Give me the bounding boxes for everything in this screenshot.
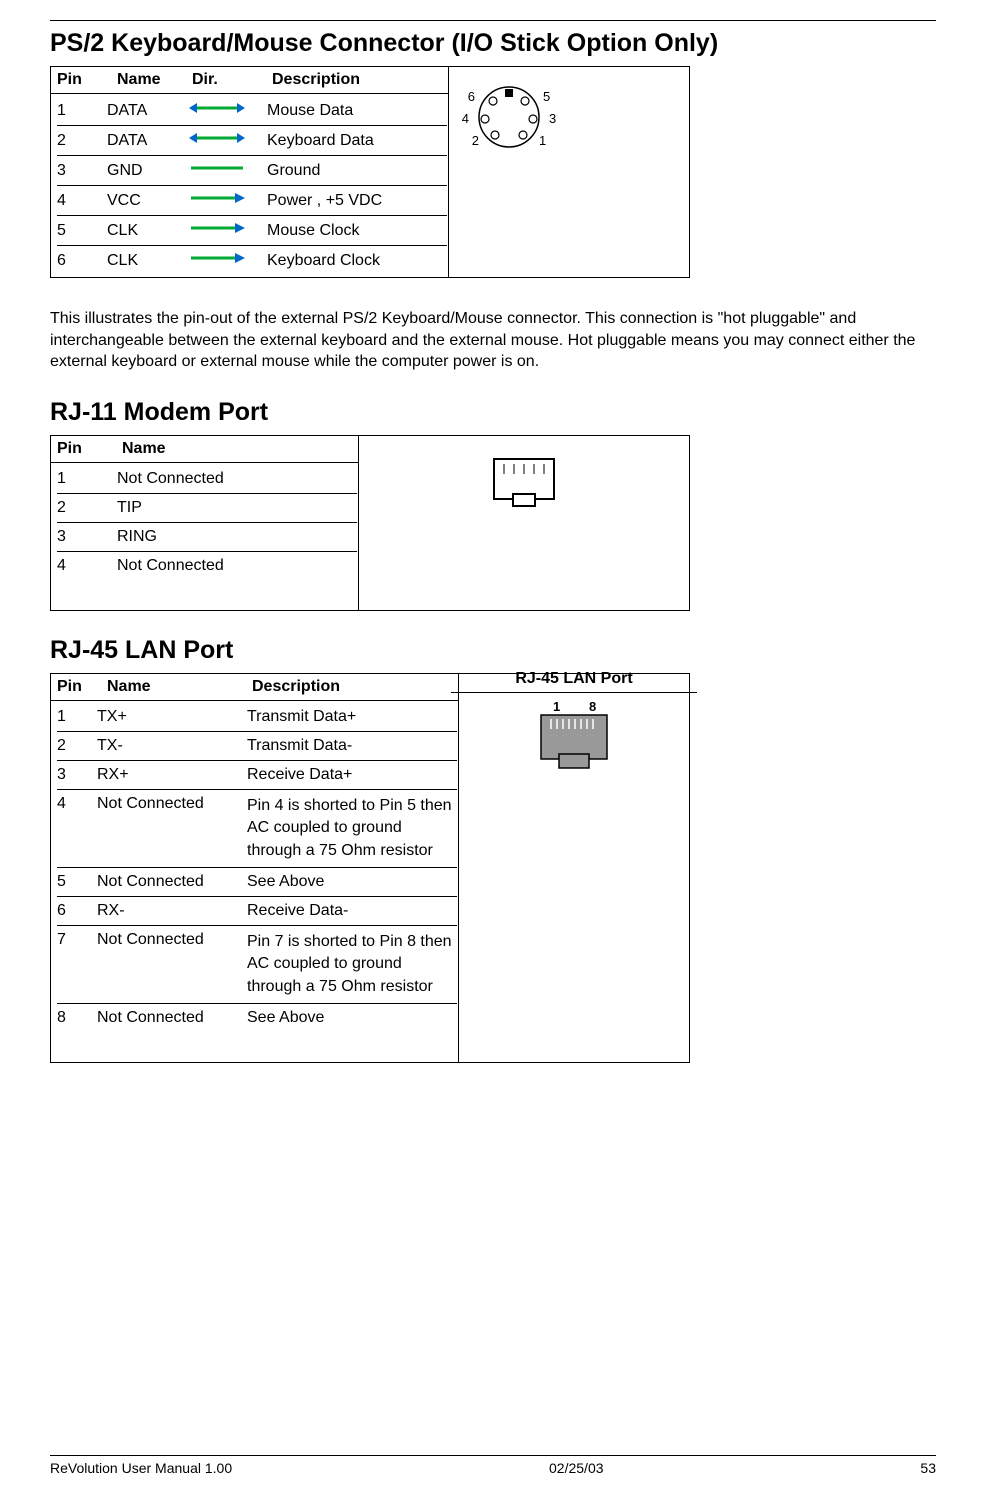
section-title-ps2: PS/2 Keyboard/Mouse Connector (I/O Stick…: [50, 29, 936, 58]
table-row: 6 CLK Keyboard Clock: [57, 246, 447, 275]
rj11-port-icon: [489, 454, 559, 514]
svg-text:3: 3: [549, 111, 556, 126]
table-row: 5 Not Connected See Above: [57, 868, 457, 897]
footer-right: 53: [920, 1460, 936, 1476]
ps2-table: Pin Name Dir. Description: [50, 66, 690, 278]
table-row: 1 Not Connected: [57, 465, 357, 494]
svg-text:1: 1: [539, 133, 546, 148]
svg-text:8: 8: [589, 699, 596, 714]
line-icon: [187, 161, 247, 175]
table-row: 3 RING: [57, 523, 357, 552]
svg-text:1: 1: [553, 699, 560, 714]
table-row: 7 Not Connected Pin 7 is shorted to Pin …: [57, 926, 457, 1004]
rj45-header-pin: Pin: [57, 678, 107, 696]
svg-text:4: 4: [462, 111, 469, 126]
rj45-header-diag: RJ-45 LAN Port: [451, 666, 697, 693]
table-row: 6 RX- Receive Data-: [57, 897, 457, 926]
svg-text:2: 2: [472, 133, 479, 148]
footer-center: 02/25/03: [549, 1460, 604, 1476]
ps2-header-pin: Pin: [57, 71, 117, 89]
rj11-header-pin: Pin: [57, 440, 122, 458]
out-arrow-icon: [187, 221, 247, 235]
footer-left: ReVolution User Manual 1.00: [50, 1460, 232, 1476]
table-row: 8 Not Connected See Above: [57, 1004, 457, 1032]
table-row: 3 RX+ Receive Data+: [57, 761, 457, 790]
ps2-header-name: Name: [117, 71, 192, 89]
section-title-rj11: RJ-11 Modem Port: [50, 398, 936, 427]
table-row: 4 Not Connected Pin 4 is shorted to Pin …: [57, 790, 457, 868]
table-row: 2 TX- Transmit Data-: [57, 732, 457, 761]
table-row: 4 Not Connected: [57, 552, 357, 580]
rj11-table: Pin Name 1: [50, 435, 690, 611]
ps2-connector-icon: 6 5 4 3 2 1: [449, 77, 569, 157]
table-row: 2 DATA Keyboard Data: [57, 126, 447, 156]
svg-text:6: 6: [468, 89, 475, 104]
page-footer: ReVolution User Manual 1.00 02/25/03 53: [50, 1455, 936, 1476]
section-title-rj45: RJ-45 LAN Port: [50, 636, 936, 665]
bidir-arrow-icon: [187, 101, 247, 115]
rj11-header-name: Name: [122, 440, 352, 458]
svg-text:5: 5: [543, 89, 550, 104]
table-row: 2 TIP: [57, 494, 357, 523]
out-arrow-icon: [187, 191, 247, 205]
out-arrow-icon: [187, 251, 247, 265]
rj45-header-desc: Description: [252, 678, 452, 696]
ps2-header-desc: Description: [272, 71, 442, 89]
bidir-arrow-icon: [187, 131, 247, 145]
table-row: 1 TX+ Transmit Data+: [57, 703, 457, 732]
table-row: 4 VCC Power , +5 VDC: [57, 186, 447, 216]
table-row: 3 GND Ground: [57, 156, 447, 186]
rj45-header-name: Name: [107, 678, 252, 696]
ps2-paragraph: This illustrates the pin-out of the exte…: [50, 308, 936, 373]
table-row: 5 CLK Mouse Clock: [57, 216, 447, 246]
rj45-table: Pin Name Description RJ-45 LAN Port 1 8: [50, 673, 690, 1063]
table-row: 1 DATA Mouse Data: [57, 96, 447, 126]
ps2-header-dir: Dir.: [192, 71, 272, 89]
rj45-port-icon: 1 8: [529, 699, 619, 779]
